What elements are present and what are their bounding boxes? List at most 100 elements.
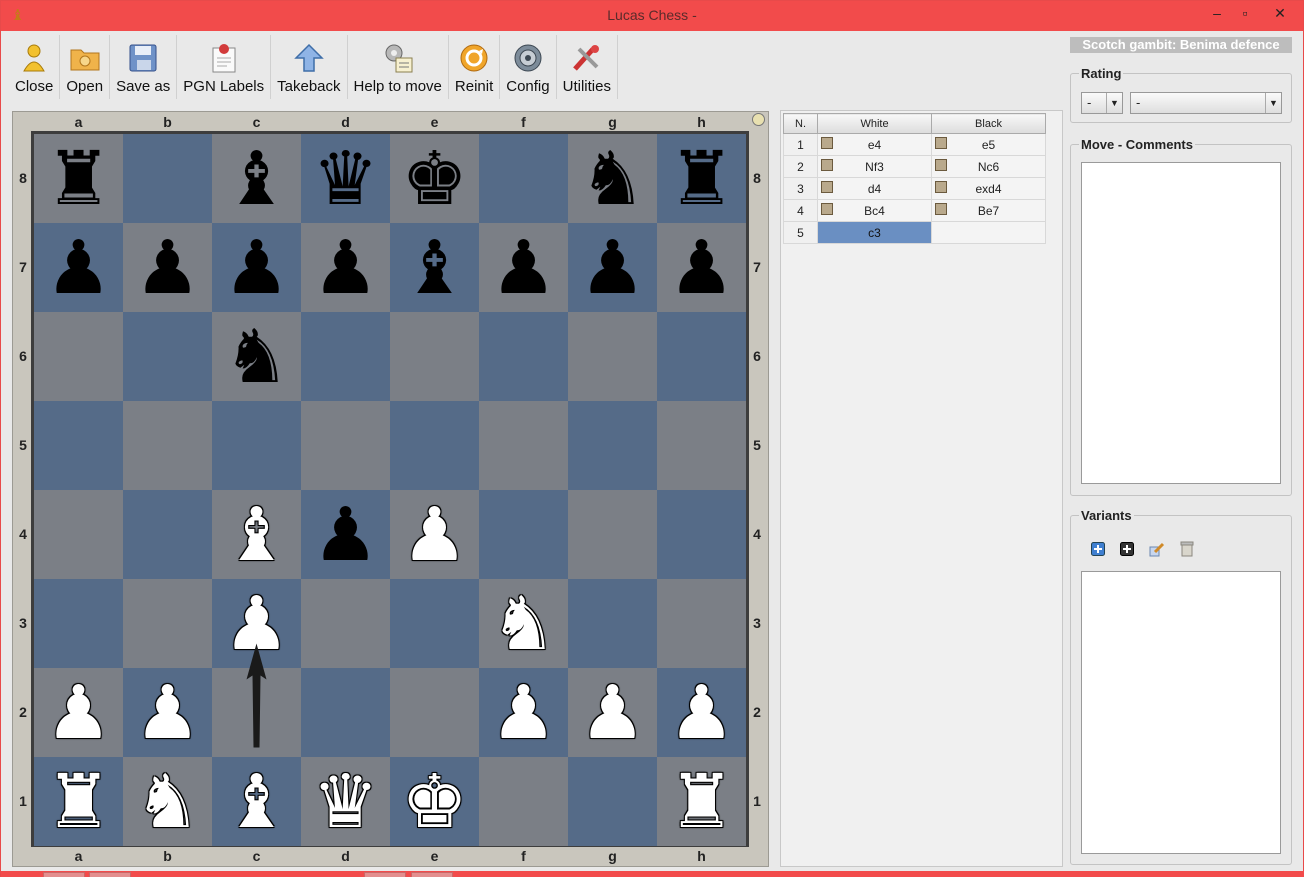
white-move-cell[interactable]: Bc4 xyxy=(817,199,932,222)
black-move-cell[interactable]: exd4 xyxy=(931,177,1046,200)
rank-label-7: 7 xyxy=(753,258,761,275)
rank-label-6: 6 xyxy=(753,347,761,364)
header-number[interactable]: N. xyxy=(783,113,818,134)
file-label-c: c xyxy=(252,114,261,130)
white-move-cell[interactable]: c3 xyxy=(817,221,932,244)
open-button[interactable]: Open xyxy=(60,35,111,99)
plus-blue-icon xyxy=(1091,542,1105,556)
note-icon xyxy=(821,181,833,193)
variants-title: Variants xyxy=(1079,508,1134,523)
taskbar-item[interactable] xyxy=(364,872,406,877)
moves-panel: N. White Black 1 e4 e5 2 Nf3 Nc6 3 d4 exd4 4 Bc4 Be… xyxy=(780,110,1063,867)
reinit-label: Reinit xyxy=(454,78,494,95)
arrow-up-icon xyxy=(293,42,325,74)
note-icon xyxy=(821,203,833,215)
rank-label-5: 5 xyxy=(19,436,27,453)
toolbar: Close Open Save as PGN Labels Takeback Help t… xyxy=(9,35,618,99)
plus-dark-icon xyxy=(1120,542,1134,556)
rating-combo-1[interactable]: - ▼ xyxy=(1081,92,1123,114)
save-as-label: Save as xyxy=(116,78,171,95)
gear-icon xyxy=(512,42,544,74)
rank-label-6: 6 xyxy=(19,347,27,364)
open-label: Open xyxy=(66,78,104,95)
variants-list[interactable] xyxy=(1081,571,1281,854)
opening-name: Scotch gambit: Benima defence xyxy=(1070,37,1292,53)
black-move: exd4 xyxy=(975,181,1002,196)
file-label-h: h xyxy=(697,114,706,130)
pencil-icon xyxy=(1149,542,1165,557)
chess-board[interactable]: ♜ ♝ ♛ ♚ ♞ ♜ ♟ ♟ ♟ ♟ ♝ ♟ ♟ ♟ ♞ ♝ ♟ ♟ ♟ ♞ ♟ ♟ ♟ ♟ ♟ ♜ ♞ ♝ ♛ ♚ ♜ xyxy=(31,131,749,847)
add-variant-here-button[interactable] xyxy=(1118,540,1136,558)
white-move: Bc4 xyxy=(864,203,885,218)
title-bar: ♝ Lucas Chess - – ▫ ✕ xyxy=(1,1,1303,31)
app-window: ♝ Lucas Chess - – ▫ ✕ Close Open Save as PG… xyxy=(0,0,1304,877)
file-label-h: h xyxy=(697,848,706,864)
disk-icon xyxy=(127,42,159,74)
maximize-button[interactable]: ▫ xyxy=(1233,4,1257,22)
add-variant-button[interactable] xyxy=(1089,540,1107,558)
rank-label-4: 4 xyxy=(19,525,27,542)
pgn-labels-label: PGN Labels xyxy=(183,78,265,95)
table-row: 1 e4 e5 xyxy=(783,133,1046,156)
rank-label-2: 2 xyxy=(19,703,27,720)
table-row: 3 d4 exd4 xyxy=(783,177,1046,200)
white-move-cell[interactable]: d4 xyxy=(817,177,932,200)
black-move-cell[interactable] xyxy=(931,221,1046,244)
clipboard-icon xyxy=(208,42,240,74)
header-black[interactable]: Black xyxy=(931,113,1046,134)
rank-label-1: 1 xyxy=(753,792,761,809)
taskbar-item[interactable] xyxy=(411,872,453,877)
file-label-a: a xyxy=(74,114,83,130)
black-move-cell[interactable]: e5 xyxy=(931,133,1046,156)
rating-value-1: - xyxy=(1087,95,1092,110)
pgn-labels-button[interactable]: PGN Labels xyxy=(177,35,272,99)
file-label-d: d xyxy=(341,848,350,864)
help-to-move-label: Help to move xyxy=(353,78,442,95)
trash-icon xyxy=(1180,541,1194,557)
move-number: 2 xyxy=(783,155,818,178)
folder-icon xyxy=(69,42,101,74)
file-label-d: d xyxy=(341,114,350,130)
config-button[interactable]: Config xyxy=(500,35,557,99)
help-to-move-button[interactable]: Help to move xyxy=(348,35,449,99)
takeback-button[interactable]: Takeback xyxy=(271,35,348,99)
minimize-button[interactable]: – xyxy=(1205,4,1229,22)
comments-title: Move - Comments xyxy=(1079,137,1195,152)
table-row: 4 Bc4 Be7 xyxy=(783,199,1046,222)
comments-textarea[interactable] xyxy=(1081,162,1281,484)
file-label-b: b xyxy=(163,848,172,864)
chevron-down-icon: ▼ xyxy=(1106,93,1122,113)
person-icon xyxy=(18,42,50,74)
note-icon xyxy=(935,137,947,149)
rank-label-2: 2 xyxy=(753,703,761,720)
variants-group: Variants xyxy=(1070,508,1292,865)
delete-variant-button[interactable] xyxy=(1178,540,1196,558)
white-move: Nf3 xyxy=(865,159,884,174)
close-window-button[interactable]: ✕ xyxy=(1261,4,1299,22)
save-as-button[interactable]: Save as xyxy=(110,35,178,99)
rank-label-8: 8 xyxy=(19,169,27,186)
reinit-button[interactable]: Reinit xyxy=(449,35,501,99)
table-row: 2 Nf3 Nc6 xyxy=(783,155,1046,178)
taskbar-item[interactable] xyxy=(43,872,85,877)
rating-combo-2[interactable]: - ▼ xyxy=(1130,92,1282,114)
note-icon xyxy=(935,181,947,193)
close-button[interactable]: Close xyxy=(9,35,61,99)
black-move-cell[interactable]: Nc6 xyxy=(931,155,1046,178)
last-move-arrow xyxy=(246,643,267,748)
rank-label-3: 3 xyxy=(753,614,761,631)
file-label-f: f xyxy=(521,114,526,130)
header-white[interactable]: White xyxy=(817,113,932,134)
taskbar-item[interactable] xyxy=(89,872,131,877)
utilities-button[interactable]: Utilities xyxy=(557,35,618,99)
edit-variant-button[interactable] xyxy=(1148,540,1166,558)
note-icon xyxy=(821,137,833,149)
white-move-cell[interactable]: Nf3 xyxy=(817,155,932,178)
white-move: d4 xyxy=(867,181,882,196)
rank-label-5: 5 xyxy=(753,436,761,453)
side-to-move-indicator xyxy=(752,113,765,126)
note-icon xyxy=(935,203,947,215)
black-move: e5 xyxy=(981,137,996,152)
black-move-cell[interactable]: Be7 xyxy=(931,199,1046,222)
white-move-cell[interactable]: e4 xyxy=(817,133,932,156)
